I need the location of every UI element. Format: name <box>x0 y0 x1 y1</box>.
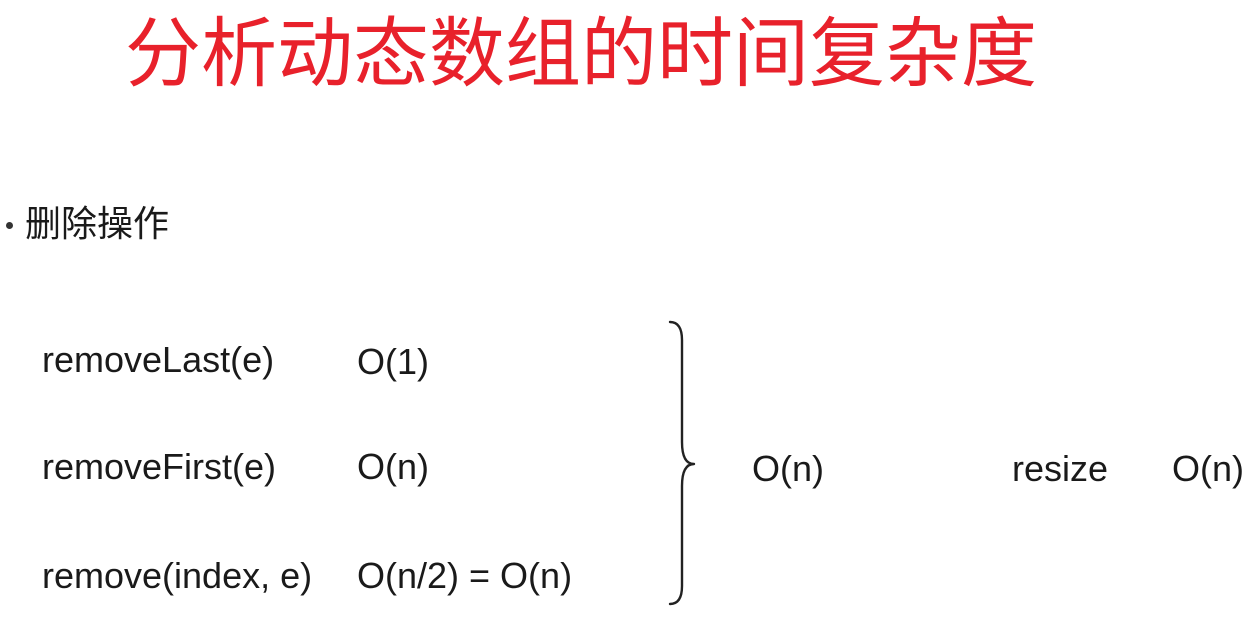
operation-complexity-remove-last: O(1) <box>357 341 429 382</box>
slide: 分析动态数组的时间复杂度 删除操作 removeLast(e) O(1) rem… <box>0 0 1260 633</box>
resize-label: resize <box>1012 448 1109 489</box>
operation-complexity-remove-index: O(n/2) = O(n) <box>357 555 573 596</box>
operation-name-remove-last: removeLast(e) <box>42 339 275 380</box>
bullet-item: 删除操作 <box>6 200 169 250</box>
bullet-dot-icon <box>6 221 13 229</box>
right-brace-icon <box>668 320 696 606</box>
operation-name-remove-index: remove(index, e) <box>42 555 313 596</box>
bullet-text: 删除操作 <box>25 204 170 245</box>
operation-complexity-remove-first: O(n) <box>357 446 429 487</box>
overall-complexity: O(n) <box>752 448 824 489</box>
resize-complexity: O(n) <box>1172 448 1244 489</box>
slide-title: 分析动态数组的时间复杂度 <box>125 9 1037 98</box>
operation-name-remove-first: removeFirst(e) <box>42 446 277 487</box>
